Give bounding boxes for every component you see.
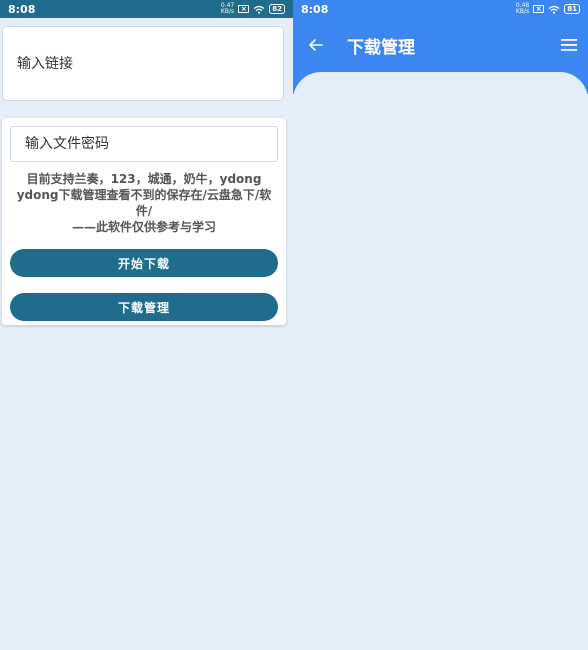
network-speed: 0.48 KB/s	[515, 2, 530, 15]
status-icons: 0.47 KB/s × 82	[221, 3, 285, 15]
status-time: 8:08	[301, 2, 329, 16]
app-bar-left: 下载管理	[307, 33, 415, 58]
battery-icon: 81	[564, 4, 580, 14]
main-screen: 8:08 0.47 KB/s × 82 目前支持兰奏，123，城通，奶牛，ydo…	[0, 0, 293, 650]
password-input[interactable]	[10, 126, 278, 162]
download-manager-button[interactable]: 下载管理	[10, 293, 278, 321]
battery-icon: 82	[269, 4, 285, 14]
download-manager-screen: 8:08 0.48 KB/s × 81 下载管理	[293, 0, 588, 650]
status-bar: 8:08 0.47 KB/s × 82	[0, 0, 293, 18]
sim-icon: ×	[238, 5, 250, 13]
page-title: 下载管理	[347, 37, 415, 58]
back-arrow-icon[interactable]	[307, 36, 325, 54]
menu-icon[interactable]	[560, 37, 578, 53]
status-icons: 0.48 KB/s × 81	[516, 3, 580, 15]
notice-line-3: ——此软件仅供参考与学习	[71, 220, 216, 234]
wifi-icon	[253, 5, 265, 14]
support-notice: 目前支持兰奏，123，城通，奶牛，ydong ydong下载管理查看不到的保存在…	[10, 171, 278, 235]
url-input[interactable]	[3, 27, 283, 100]
url-input-card	[2, 26, 284, 101]
status-time: 8:08	[8, 2, 36, 16]
notice-line-2: ydong下载管理查看不到的保存在/云盘急下/软件/	[16, 188, 272, 218]
content-sheet	[293, 72, 588, 650]
download-form-card: 目前支持兰奏，123，城通，奶牛，ydong ydong下载管理查看不到的保存在…	[2, 118, 286, 325]
sim-icon: ×	[533, 5, 545, 13]
app-bar: 下载管理	[293, 18, 588, 72]
wifi-icon	[548, 5, 560, 14]
start-download-button[interactable]: 开始下载	[10, 249, 278, 277]
network-speed: 0.47 KB/s	[220, 2, 235, 15]
status-bar: 8:08 0.48 KB/s × 81	[293, 0, 588, 18]
notice-line-1: 目前支持兰奏，123，城通，奶牛，ydong	[26, 172, 262, 186]
